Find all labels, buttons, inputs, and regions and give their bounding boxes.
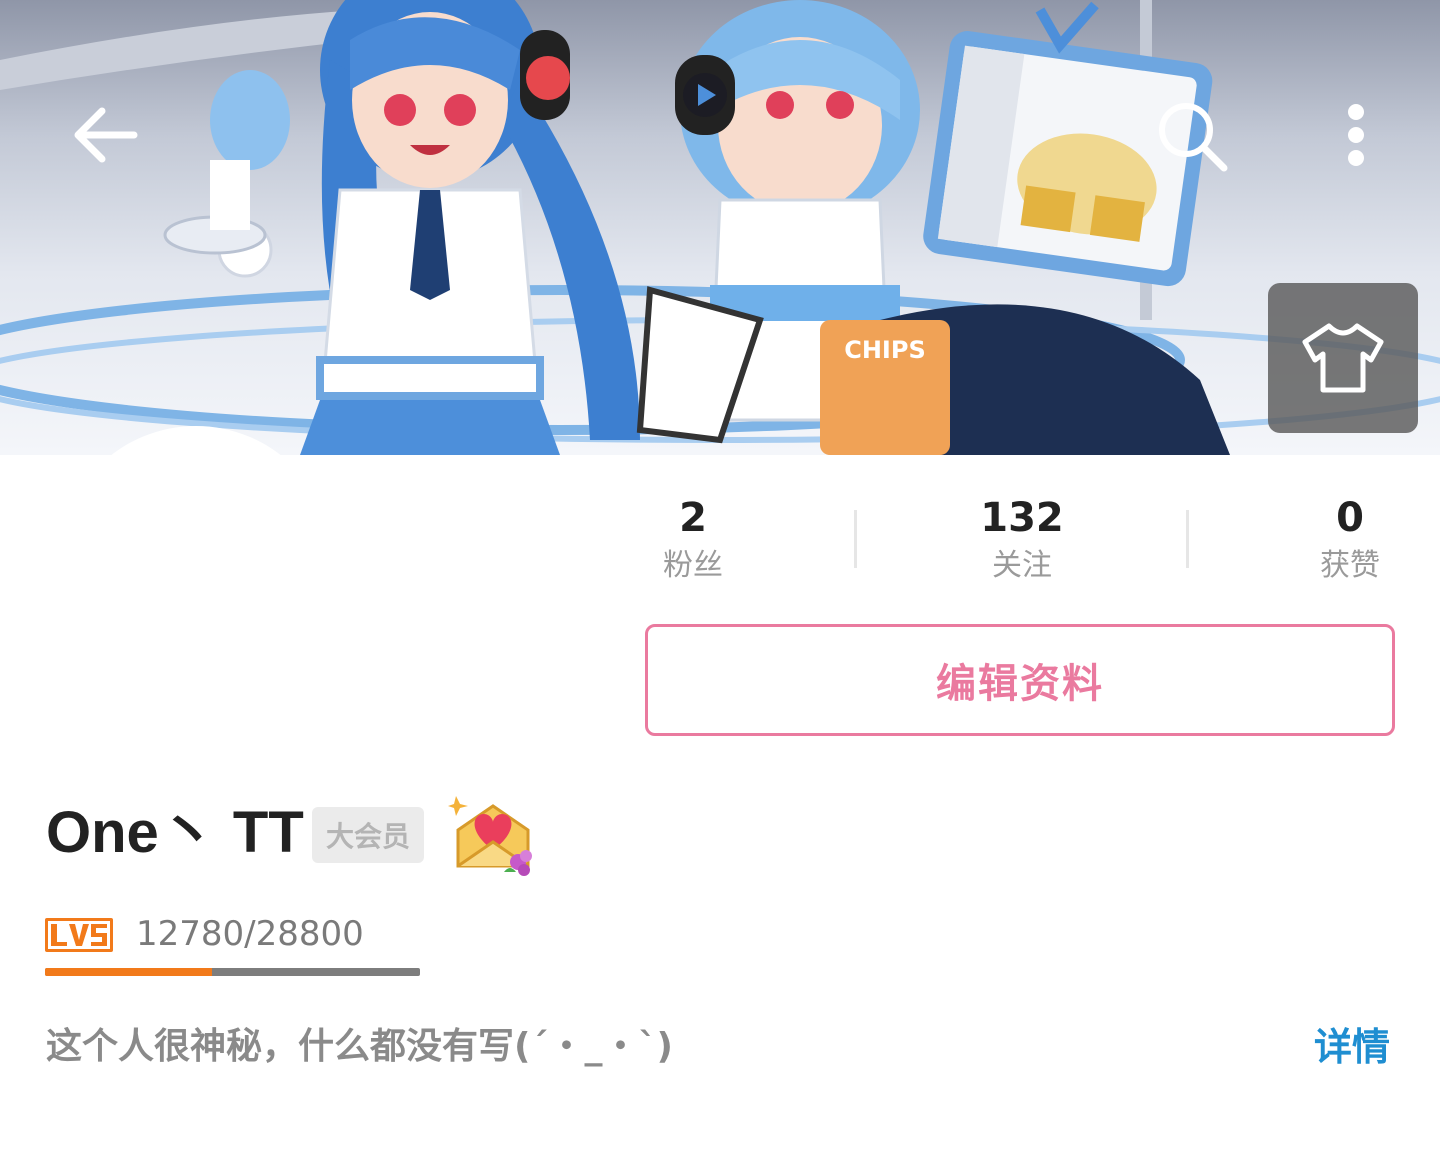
stat-divider (854, 510, 857, 568)
stat-fans[interactable]: 2 粉丝 (603, 494, 783, 588)
search-icon (1159, 103, 1228, 172)
more-vertical-icon (1348, 104, 1364, 166)
exp-text: 12780/28800 (136, 914, 364, 954)
edit-profile-button[interactable]: 编辑资料 (645, 624, 1395, 736)
vip-badge-label: 大会员 (325, 820, 410, 853)
bio-text: 这个人很神秘，什么都没有写(´・_・`) (46, 1026, 673, 1067)
following-label: 关注 (992, 548, 1052, 583)
chips-label: CHIPS (844, 336, 926, 364)
arrow-left-icon (74, 107, 138, 163)
exp-progress-bar (45, 968, 420, 976)
stat-following[interactable]: 132 关注 (932, 494, 1112, 588)
fans-count: 2 (679, 495, 707, 541)
stat-divider (1186, 510, 1189, 568)
more-button[interactable] (1318, 92, 1394, 178)
profile-page: CHIPS 2 粉丝 132 关注 0 获赞 编辑资料 One丶 TT 大会员 … (0, 0, 1440, 1176)
tshirt-icon (1302, 323, 1384, 393)
profile-banner[interactable]: CHIPS (0, 0, 1440, 455)
likes-count: 0 (1336, 495, 1364, 541)
following-count: 132 (980, 495, 1064, 541)
edit-profile-label: 编辑资料 (936, 661, 1104, 707)
detail-link[interactable]: 详情 (1314, 1020, 1390, 1074)
vip-badge[interactable]: 大会员 (312, 807, 424, 863)
username: One丶 TT (46, 800, 304, 865)
dress-up-button[interactable] (1268, 283, 1418, 433)
heart-envelope-icon[interactable] (448, 792, 538, 878)
avatar[interactable] (58, 426, 334, 702)
fans-label: 粉丝 (663, 548, 723, 583)
back-button[interactable] (60, 92, 150, 178)
level-badge-icon (45, 918, 113, 952)
search-button[interactable] (1144, 88, 1240, 184)
likes-label: 获赞 (1320, 548, 1380, 583)
exp-progress-fill (45, 968, 212, 976)
banner-illustration: CHIPS (0, 0, 1440, 455)
stat-likes[interactable]: 0 获赞 (1260, 494, 1440, 588)
